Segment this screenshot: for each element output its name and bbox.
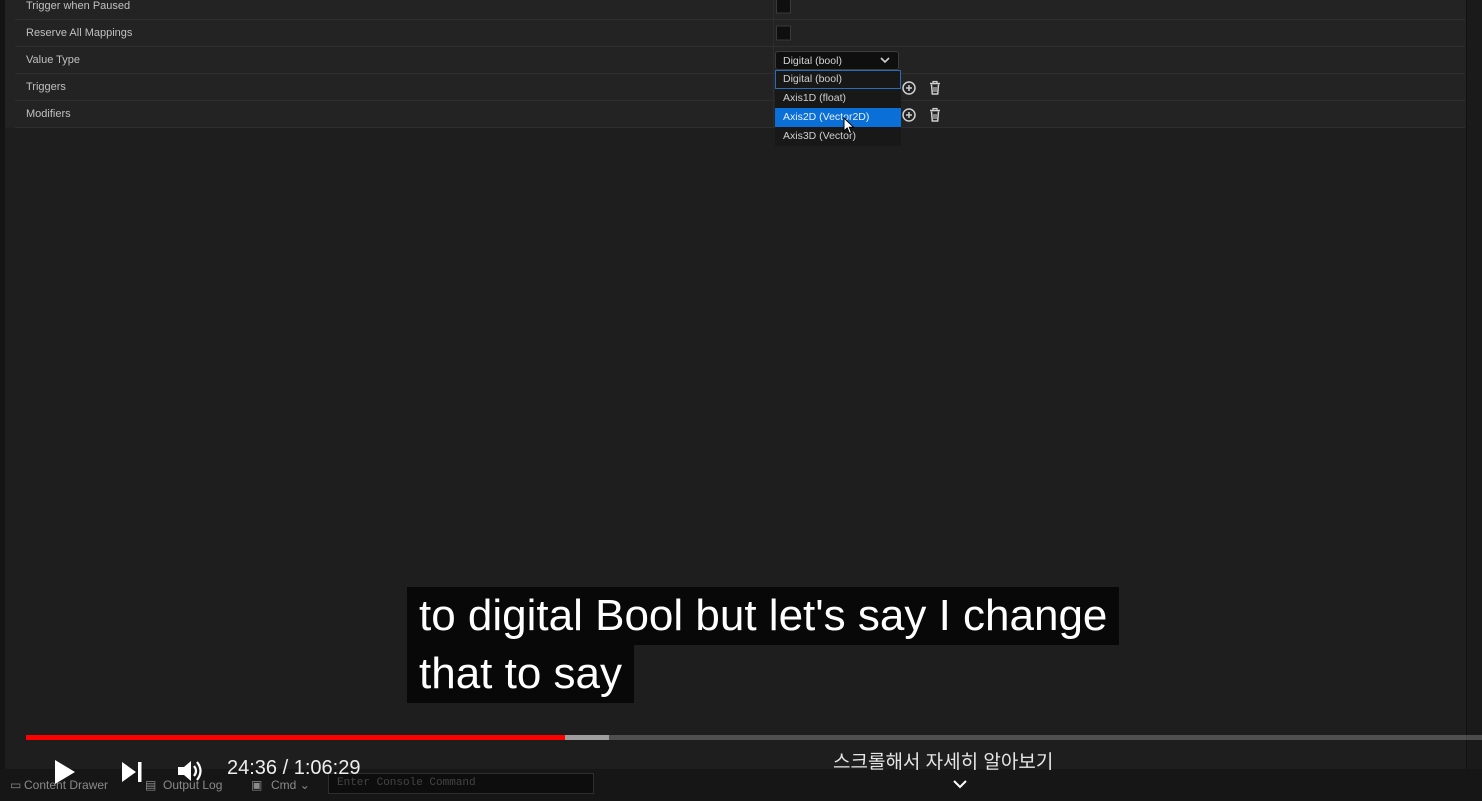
column-divider <box>773 20 774 46</box>
time-display: 24:36 / 1:06:29 <box>227 757 361 779</box>
column-divider <box>773 0 774 19</box>
row-trigger-when-paused: Trigger when Paused <box>15 0 1465 20</box>
value-type-option[interactable]: Axis3D (Vector) <box>775 127 901 146</box>
add-trigger-icon[interactable] <box>901 80 917 96</box>
value-type-dropdown[interactable]: Digital (bool) <box>775 51 899 70</box>
chevron-down-icon[interactable] <box>952 778 968 790</box>
subtitle-line-1: to digital Bool but let's say I change <box>407 587 1120 645</box>
row-label: Reserve All Mappings <box>26 27 133 39</box>
app-root: Trigger when Paused Reserve All Mappings… <box>0 0 1482 801</box>
trigger-when-paused-checkbox[interactable] <box>776 0 791 14</box>
reserve-all-mappings-checkbox[interactable] <box>776 25 791 41</box>
row-modifiers: Modifiers <box>15 101 1465 128</box>
volume-icon[interactable] <box>176 758 204 784</box>
details-panel: Trigger when Paused Reserve All Mappings… <box>5 0 1467 128</box>
scroll-to-explore-label[interactable]: 스크롤해서 자세히 알아보기 <box>833 747 1053 774</box>
value-type-option[interactable]: Axis2D (Vector2D) <box>775 108 901 127</box>
value-type-menu: Digital (bool) Axis1D (float) Axis2D (Ve… <box>775 70 901 146</box>
row-label: Trigger when Paused <box>26 0 131 12</box>
value-type-option[interactable]: Axis1D (float) <box>775 89 901 108</box>
column-divider <box>773 74 774 100</box>
row-label: Triggers <box>26 81 66 93</box>
cmd-button[interactable]: ▣ Cmd ⌄ <box>251 778 310 792</box>
folder-icon: ▭ <box>10 778 22 792</box>
value-type-selected: Digital (bool) <box>783 55 842 67</box>
progress-played <box>26 735 566 740</box>
terminal-icon: ▣ <box>251 778 263 792</box>
play-icon[interactable] <box>52 758 78 786</box>
value-type-option[interactable]: Digital (bool) <box>775 70 901 89</box>
delete-triggers-icon[interactable] <box>927 80 943 96</box>
row-value-type: Value Type <box>15 47 1465 74</box>
row-triggers: Triggers <box>15 74 1465 101</box>
row-reserve-all-mappings: Reserve All Mappings <box>15 20 1465 47</box>
delete-modifiers-icon[interactable] <box>927 107 943 123</box>
log-icon: ▤ <box>145 778 157 792</box>
chevron-down-icon <box>880 57 890 64</box>
editor-bottom-bar: ▭ Content Drawer ▤ Output Log ▣ Cmd ⌄ <box>0 769 1482 801</box>
add-modifier-icon[interactable] <box>901 107 917 123</box>
next-video-icon[interactable] <box>119 760 145 784</box>
column-divider <box>773 47 774 73</box>
chevron-down-icon: ⌄ <box>299 778 310 792</box>
right-scrollbar[interactable] <box>1466 0 1482 801</box>
row-label: Modifiers <box>26 108 71 120</box>
cmd-label: Cmd <box>271 778 297 792</box>
subtitle-line-2: that to say <box>407 645 635 703</box>
row-label: Value Type <box>26 54 81 66</box>
console-command-input[interactable]: Enter Console Command <box>328 773 594 794</box>
mouse-cursor-icon <box>843 117 855 135</box>
column-divider <box>773 101 774 127</box>
video-progress-bar[interactable] <box>26 734 1482 741</box>
